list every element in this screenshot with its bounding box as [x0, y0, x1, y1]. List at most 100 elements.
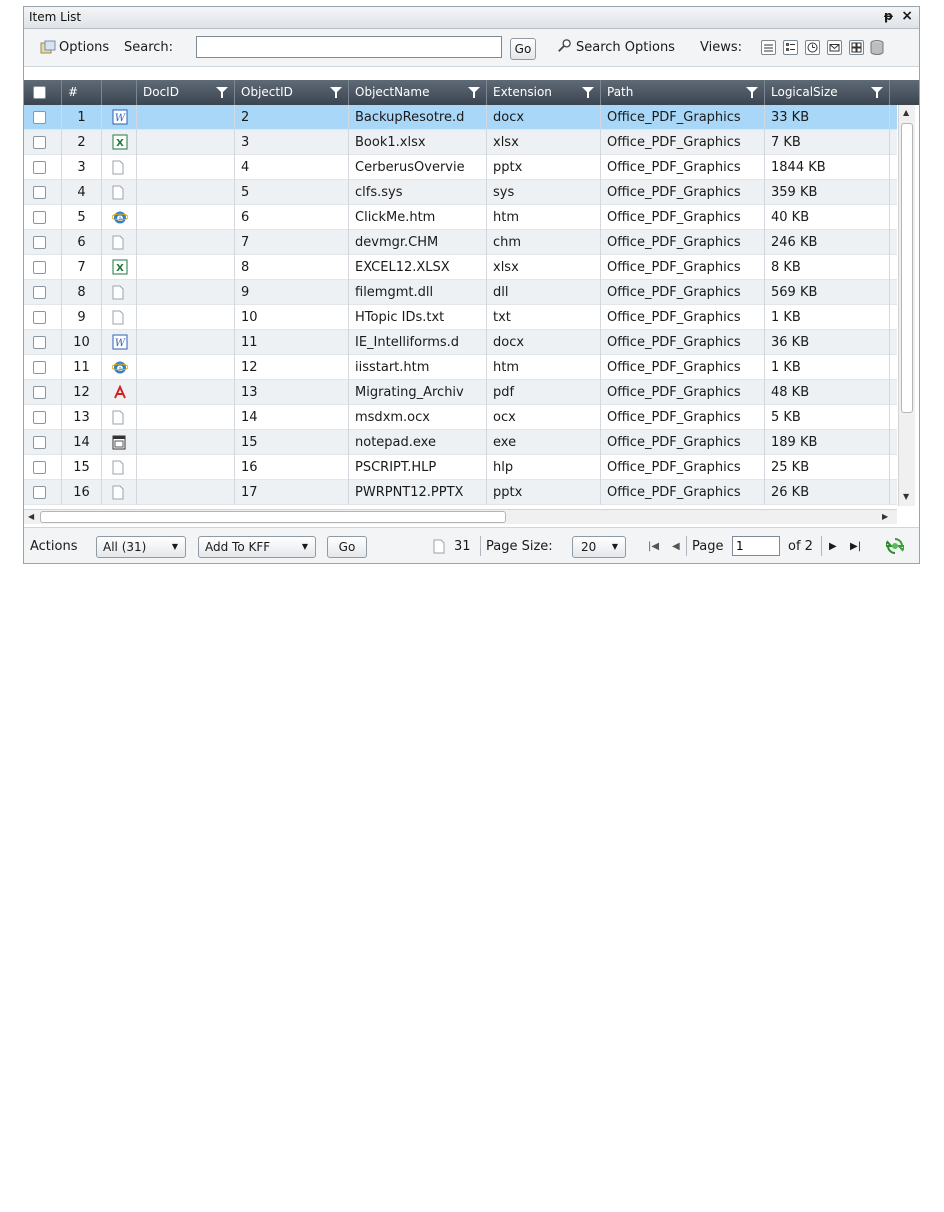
- cell-name: filemgmt.dll: [349, 280, 487, 305]
- action-dropdown[interactable]: Add To KFF ▼: [198, 536, 316, 558]
- first-page-icon[interactable]: |◀: [648, 541, 659, 552]
- pin-icon[interactable]: ᵽ: [884, 9, 893, 23]
- scroll-up-arrow-icon[interactable]: ▲: [903, 108, 909, 117]
- next-page-icon[interactable]: ▶: [829, 541, 837, 552]
- search-options-key-icon[interactable]: [556, 39, 572, 53]
- file-type-cell: [102, 230, 137, 255]
- filter-icon[interactable]: [746, 86, 758, 99]
- last-page-icon[interactable]: ▶|: [850, 541, 861, 552]
- previous-page-icon[interactable]: ◀: [672, 541, 680, 552]
- table-row[interactable]: 3 4 CerberusOvervie pptx Office_PDF_Graphics…: [24, 155, 897, 180]
- column-header-extension[interactable]: Extension: [487, 80, 601, 105]
- column-header-objectname[interactable]: ObjectName: [349, 80, 487, 105]
- cell-ext: chm: [487, 230, 601, 255]
- scroll-down-arrow-icon[interactable]: ▼: [903, 492, 909, 501]
- horizontal-scrollbar[interactable]: ◀ ▶: [24, 509, 897, 524]
- file-type-cell: [102, 305, 137, 330]
- row-checkbox[interactable]: [33, 486, 46, 499]
- column-header-objectid[interactable]: ObjectID: [235, 80, 349, 105]
- table-row[interactable]: 8 9 filemgmt.dll dll Office_PDF_Graphics 569 …: [24, 280, 897, 305]
- column-header-number[interactable]: #: [62, 80, 102, 105]
- cell-size: 1 KB: [765, 305, 890, 330]
- select-all-checkbox[interactable]: [33, 86, 46, 99]
- row-checkbox[interactable]: [33, 461, 46, 474]
- row-checkbox[interactable]: [33, 261, 46, 274]
- cell-name: Migrating_Archiv: [349, 380, 487, 405]
- row-checkbox[interactable]: [33, 436, 46, 449]
- cell-objectid: 15: [235, 430, 349, 455]
- close-icon[interactable]: ×: [901, 8, 913, 24]
- row-select-cell: [24, 130, 62, 155]
- table-row[interactable]: 1 W 2 BackupResotre.d docx Office_PDF_Graphic…: [24, 105, 897, 130]
- table-row[interactable]: 6 7 devmgr.CHM chm Office_PDF_Graphics 246 KB: [24, 230, 897, 255]
- cell-size: 1 KB: [765, 355, 890, 380]
- search-options-button[interactable]: Search Options: [576, 40, 675, 55]
- list-view-icon[interactable]: [761, 40, 776, 55]
- thumbnail-view-icon[interactable]: [849, 40, 864, 55]
- row-checkbox[interactable]: [33, 386, 46, 399]
- scroll-right-arrow-icon[interactable]: ▶: [882, 512, 888, 521]
- table-row[interactable]: 12 13 Migrating_Archiv pdf Office_PDF_Graphi…: [24, 380, 897, 405]
- table-row[interactable]: 16 17 PWRPNT12.PPTX pptx Office_PDF_Graphics…: [24, 480, 897, 505]
- row-checkbox[interactable]: [33, 311, 46, 324]
- row-checkbox[interactable]: [33, 136, 46, 149]
- row-checkbox[interactable]: [33, 111, 46, 124]
- table-row[interactable]: 13 14 msdxm.ocx ocx Office_PDF_Graphics 5 KB: [24, 405, 897, 430]
- excel-file-icon: X: [112, 259, 128, 280]
- cell-path: Office_PDF_Graphics: [601, 480, 765, 505]
- vertical-scrollbar[interactable]: ▲ ▼: [898, 105, 915, 506]
- row-checkbox[interactable]: [33, 336, 46, 349]
- filter-icon[interactable]: [871, 86, 883, 99]
- detail-view-icon[interactable]: [783, 40, 798, 55]
- search-go-button[interactable]: Go: [510, 38, 536, 60]
- cell-objectid: 6: [235, 205, 349, 230]
- filter-icon[interactable]: [468, 86, 480, 99]
- database-view-icon[interactable]: [870, 40, 884, 55]
- cell-docid: [137, 280, 235, 305]
- search-input[interactable]: [196, 36, 502, 58]
- table-row[interactable]: 7 X 8 EXCEL12.XLSX xlsx Office_PDF_Graphics 8 …: [24, 255, 897, 280]
- email-view-icon[interactable]: [827, 40, 842, 55]
- page-size-dropdown[interactable]: 20 ▼: [572, 536, 626, 558]
- table-row[interactable]: 10 W 11 IE_Intelliforms.d docx Office_PDF_Gra…: [24, 330, 897, 355]
- vertical-scroll-thumb[interactable]: [901, 123, 913, 413]
- cell-path: Office_PDF_Graphics: [601, 105, 765, 130]
- options-button[interactable]: Options: [59, 40, 109, 55]
- cell-name: BackupResotre.d: [349, 105, 487, 130]
- scope-dropdown[interactable]: All (31) ▼: [96, 536, 186, 558]
- svg-text:W: W: [115, 338, 126, 349]
- page-number-input[interactable]: [732, 536, 780, 556]
- row-checkbox[interactable]: [33, 411, 46, 424]
- row-checkbox[interactable]: [33, 236, 46, 249]
- table-row[interactable]: 4 5 clfs.sys sys Office_PDF_Graphics 359 KB: [24, 180, 897, 205]
- cell-ext: htm: [487, 205, 601, 230]
- scroll-left-arrow-icon[interactable]: ◀: [28, 512, 34, 521]
- filter-icon[interactable]: [330, 86, 342, 99]
- panel-title: Item List: [29, 10, 82, 24]
- row-checkbox[interactable]: [33, 361, 46, 374]
- cell-docid: [137, 255, 235, 280]
- cell-num: 1: [62, 105, 102, 130]
- filter-icon[interactable]: [216, 86, 228, 99]
- refresh-recycle-icon[interactable]: [886, 537, 904, 555]
- file-file-icon: [112, 409, 124, 430]
- horizontal-scroll-thumb[interactable]: [40, 511, 506, 523]
- table-row[interactable]: 15 16 PSCRIPT.HLP hlp Office_PDF_Graphics 25 …: [24, 455, 897, 480]
- filter-icon[interactable]: [582, 86, 594, 99]
- action-go-button[interactable]: Go: [327, 536, 367, 558]
- row-checkbox[interactable]: [33, 161, 46, 174]
- table-row[interactable]: 14 15 notepad.exe exe Office_PDF_Graphics 189…: [24, 430, 897, 455]
- row-checkbox[interactable]: [33, 186, 46, 199]
- timeline-view-icon[interactable]: [805, 40, 820, 55]
- file-type-cell: [102, 380, 137, 405]
- row-checkbox[interactable]: [33, 211, 46, 224]
- options-icon[interactable]: [40, 40, 56, 54]
- table-row[interactable]: 11 e 12 iisstart.htm htm Office_PDF_Graphics 1…: [24, 355, 897, 380]
- table-row[interactable]: 5 e 6 ClickMe.htm htm Office_PDF_Graphics 40 K…: [24, 205, 897, 230]
- column-header-path[interactable]: Path: [601, 80, 765, 105]
- column-header-docid[interactable]: DocID: [137, 80, 235, 105]
- table-row[interactable]: 2 X 3 Book1.xlsx xlsx Office_PDF_Graphics 7 KB: [24, 130, 897, 155]
- column-header-logicalsize[interactable]: LogicalSize: [765, 80, 890, 105]
- row-checkbox[interactable]: [33, 286, 46, 299]
- table-row[interactable]: 9 10 HTopic IDs.txt txt Office_PDF_Graphics 1…: [24, 305, 897, 330]
